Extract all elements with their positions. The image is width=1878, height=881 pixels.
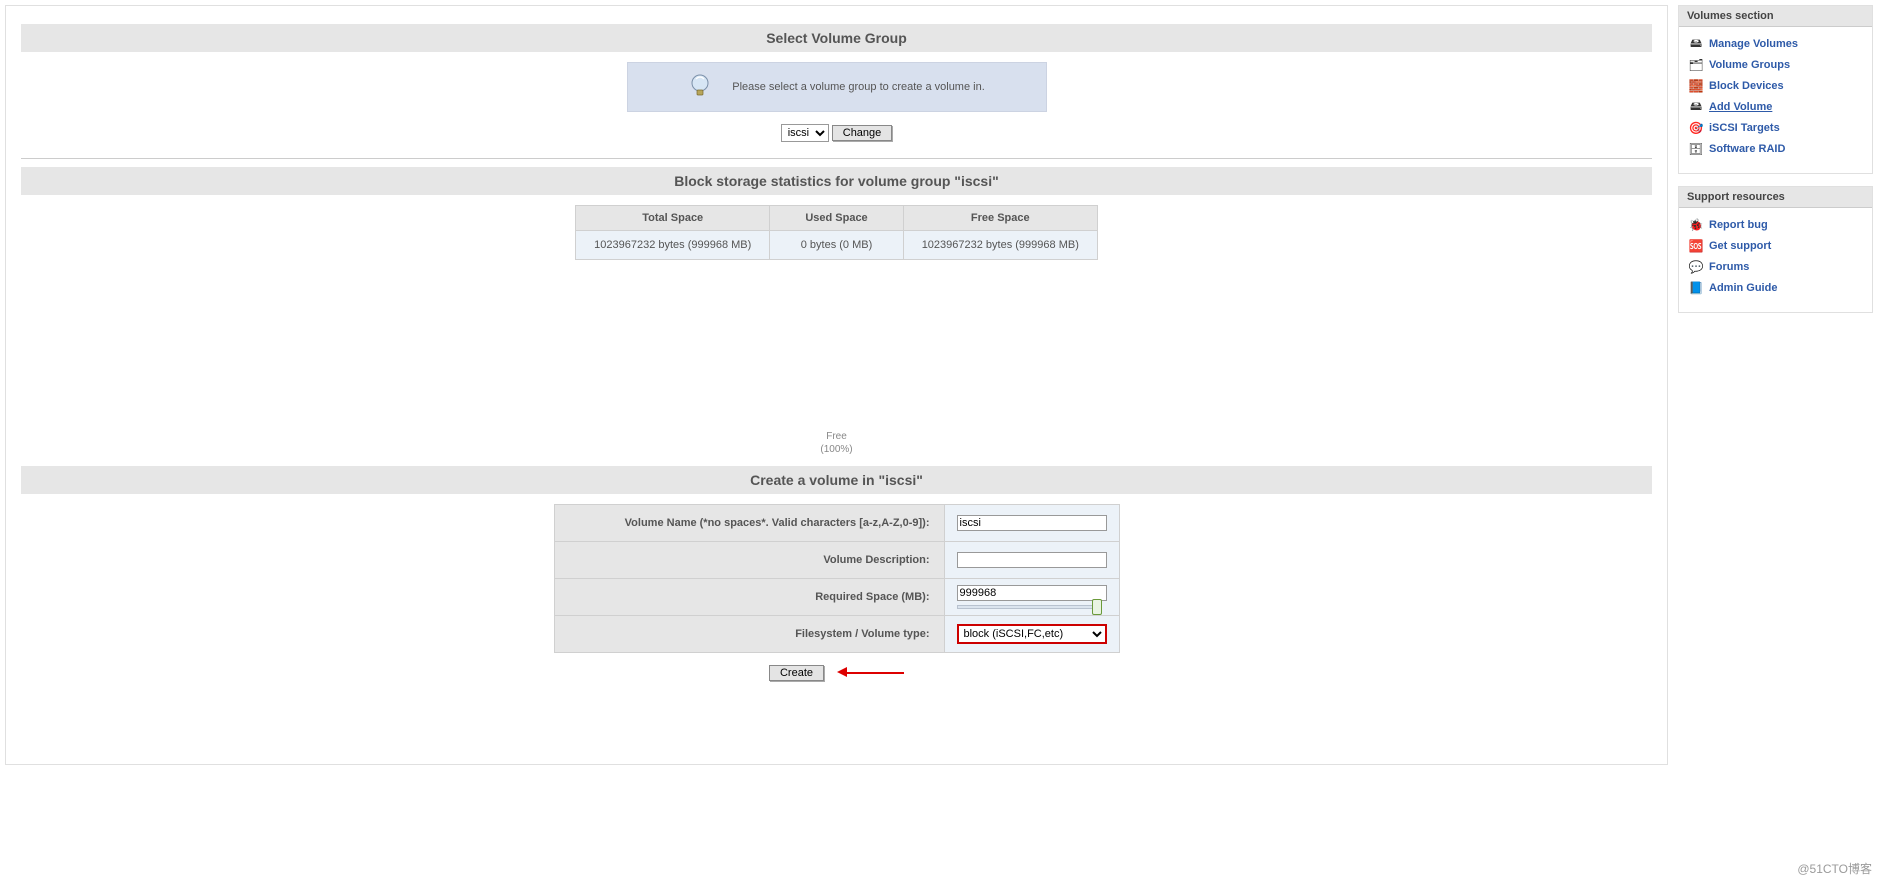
- raid-icon: 🗄: [1689, 142, 1703, 156]
- td-free: 1023967232 bytes (999968 MB): [903, 231, 1097, 260]
- fs-type-select[interactable]: block (iSCSI,FC,etc): [957, 624, 1107, 644]
- main-content: Select Volume Group Please select a volu…: [5, 5, 1668, 765]
- space-slider-handle[interactable]: [1092, 599, 1102, 615]
- chat-icon: 💬: [1689, 260, 1703, 274]
- bug-icon: 🐞: [1689, 218, 1703, 232]
- annotation-arrow-icon: [834, 669, 904, 677]
- bricks-icon: 🧱: [1689, 79, 1703, 93]
- help-icon: 🆘: [1689, 239, 1703, 253]
- volumes-section-panel: Volumes section 🖴 Manage Volumes 🗂 Volume G…: [1678, 5, 1873, 174]
- sidebar-item-link[interactable]: Volume Groups: [1709, 59, 1790, 71]
- volume-group-select[interactable]: iscsi: [781, 124, 829, 142]
- sidebar-item-link[interactable]: Software RAID: [1709, 143, 1785, 155]
- lightbulb-icon: [688, 73, 712, 101]
- divider: [21, 158, 1652, 159]
- support-item-link[interactable]: Report bug: [1709, 219, 1768, 231]
- change-button[interactable]: Change: [832, 125, 893, 141]
- th-used: Used Space: [770, 206, 903, 231]
- support-item-row: 🐞 Report bug: [1689, 216, 1866, 234]
- support-item-link[interactable]: Admin Guide: [1709, 282, 1777, 294]
- fs-type-label: Filesystem / Volume type:: [554, 616, 944, 653]
- drive-add-icon: 🖴: [1689, 100, 1703, 114]
- target-icon: 🎯: [1689, 121, 1703, 135]
- sidebar-item-row: 🗄 Software RAID: [1689, 140, 1866, 158]
- volume-desc-label: Volume Description:: [554, 542, 944, 579]
- th-total: Total Space: [576, 206, 770, 231]
- td-total: 1023967232 bytes (999968 MB): [576, 231, 770, 260]
- volume-name-input[interactable]: [957, 515, 1107, 531]
- th-free: Free Space: [903, 206, 1097, 231]
- sidebar-item-row: 🧱 Block Devices: [1689, 77, 1866, 95]
- pie-chart-label: Free (100%): [21, 430, 1652, 456]
- support-item-link[interactable]: Get support: [1709, 240, 1771, 252]
- support-item-row: 📘 Admin Guide: [1689, 279, 1866, 297]
- required-space-input[interactable]: [957, 585, 1107, 601]
- sidebar-item-row: 🎯 iSCSI Targets: [1689, 119, 1866, 137]
- create-button[interactable]: Create: [769, 665, 824, 681]
- volume-name-label: Volume Name (*no spaces*. Valid characte…: [554, 505, 944, 542]
- volume-desc-input[interactable]: [957, 552, 1107, 568]
- select-vg-title: Select Volume Group: [21, 24, 1652, 52]
- book-icon: 📘: [1689, 281, 1703, 295]
- volumes-section-title: Volumes section: [1679, 6, 1872, 27]
- sidebar-item-row: 🖴 Manage Volumes: [1689, 35, 1866, 53]
- vg-select-row: iscsi Change: [21, 124, 1652, 142]
- info-box: Please select a volume group to create a…: [627, 62, 1047, 112]
- sidebar: Volumes section 🖴 Manage Volumes 🗂 Volume G…: [1678, 5, 1873, 765]
- sidebar-item-link[interactable]: Manage Volumes: [1709, 38, 1798, 50]
- sidebar-item-row: 🖴 Add Volume: [1689, 98, 1866, 116]
- td-used: 0 bytes (0 MB): [770, 231, 903, 260]
- drive-icon: 🖴: [1689, 37, 1703, 51]
- required-space-label: Required Space (MB):: [554, 579, 944, 616]
- sidebar-item-row: 🗂 Volume Groups: [1689, 56, 1866, 74]
- watermark: @51CTO博客: [1797, 860, 1872, 877]
- support-item-row: 🆘 Get support: [1689, 237, 1866, 255]
- create-volume-form: Volume Name (*no spaces*. Valid characte…: [554, 504, 1120, 653]
- stats-table: Total Space Used Space Free Space 102396…: [575, 205, 1098, 260]
- support-item-row: 💬 Forums: [1689, 258, 1866, 276]
- sidebar-item-link[interactable]: Block Devices: [1709, 80, 1784, 92]
- sidebar-item-link[interactable]: Add Volume: [1709, 101, 1772, 113]
- stats-title: Block storage statistics for volume grou…: [21, 167, 1652, 195]
- info-message: Please select a volume group to create a…: [732, 81, 985, 93]
- create-title: Create a volume in "iscsi": [21, 466, 1652, 494]
- sidebar-item-link[interactable]: iSCSI Targets: [1709, 122, 1780, 134]
- support-panel: Support resources 🐞 Report bug 🆘 Get suppor…: [1678, 186, 1873, 313]
- space-slider[interactable]: [957, 605, 1097, 609]
- layers-icon: 🗂: [1689, 58, 1703, 72]
- support-item-link[interactable]: Forums: [1709, 261, 1749, 273]
- support-title: Support resources: [1679, 187, 1872, 208]
